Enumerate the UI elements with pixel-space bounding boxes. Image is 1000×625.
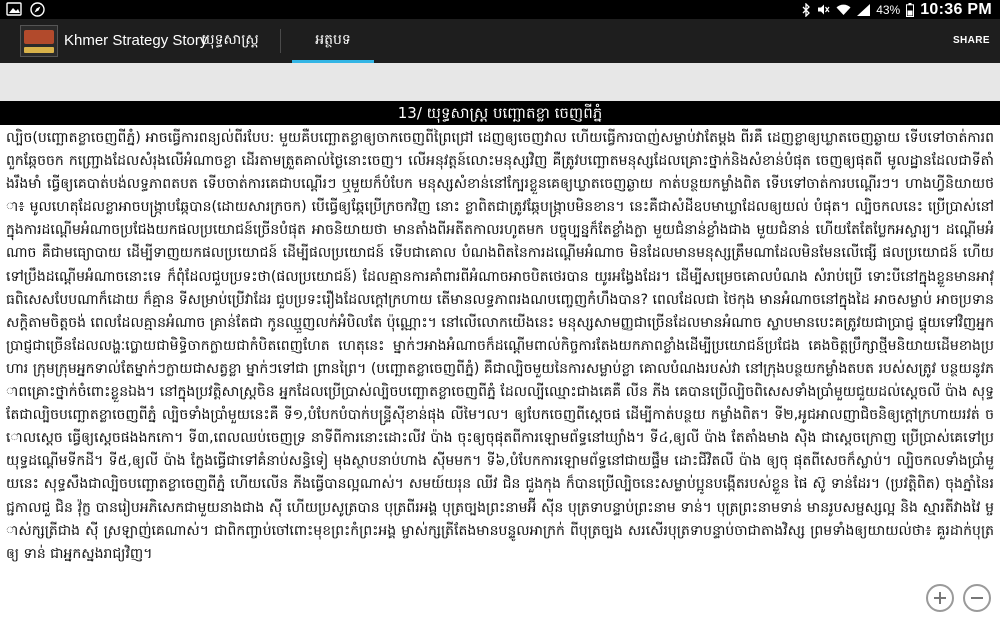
app-logo-icon[interactable] xyxy=(20,25,58,57)
wifi-icon xyxy=(836,4,851,16)
tab-article-label: អត្ថបទ xyxy=(315,32,351,48)
share-button[interactable]: SHARE xyxy=(953,19,990,63)
article-body[interactable]: ល្បិច(បញ្ឆោតខ្លាចេញពីភ្នំ) អាចធ្វើការពន្… xyxy=(6,127,994,625)
battery-icon xyxy=(906,2,915,17)
status-bar-notifications xyxy=(6,2,45,17)
content-spacer xyxy=(0,63,1000,101)
tab-strategy-label: យុទ្ធសាស្ត្រ xyxy=(201,32,259,48)
tab-strategy[interactable]: យុទ្ធសាស្ត្រ xyxy=(192,19,268,63)
battery-percent: 43% xyxy=(876,2,901,17)
zoom-in-button[interactable] xyxy=(926,584,954,612)
tab-divider xyxy=(280,29,281,53)
clock: 10:36 PM xyxy=(920,0,992,18)
plus-icon xyxy=(934,592,946,604)
signal-icon xyxy=(857,3,871,16)
status-bar-system: 43% 10:36 PM xyxy=(802,0,992,19)
action-bar: Khmer Strategy Story យុទ្ធសាស្ត្រ អត្ថបទ… xyxy=(0,19,1000,63)
minus-icon xyxy=(971,597,983,599)
app-title: Khmer Strategy Story xyxy=(64,32,208,49)
bluetooth-icon xyxy=(802,2,811,17)
photo-icon xyxy=(6,2,22,17)
zoom-out-button[interactable] xyxy=(963,584,991,612)
status-bar: 43% 10:36 PM xyxy=(0,0,1000,19)
tab-article[interactable]: អត្ថបទ xyxy=(292,19,374,63)
article-paragraph: ល្បិច(បញ្ឆោតខ្លាចេញពីភ្នំ) អាចធ្វើការពន្… xyxy=(6,130,994,562)
article-title: 13/ យុទ្ធសាស្ត្រ បញ្ឆោតខ្លា ចេញពីភ្នំ xyxy=(0,101,1000,125)
compass-icon xyxy=(30,2,45,17)
mute-icon xyxy=(817,3,830,16)
